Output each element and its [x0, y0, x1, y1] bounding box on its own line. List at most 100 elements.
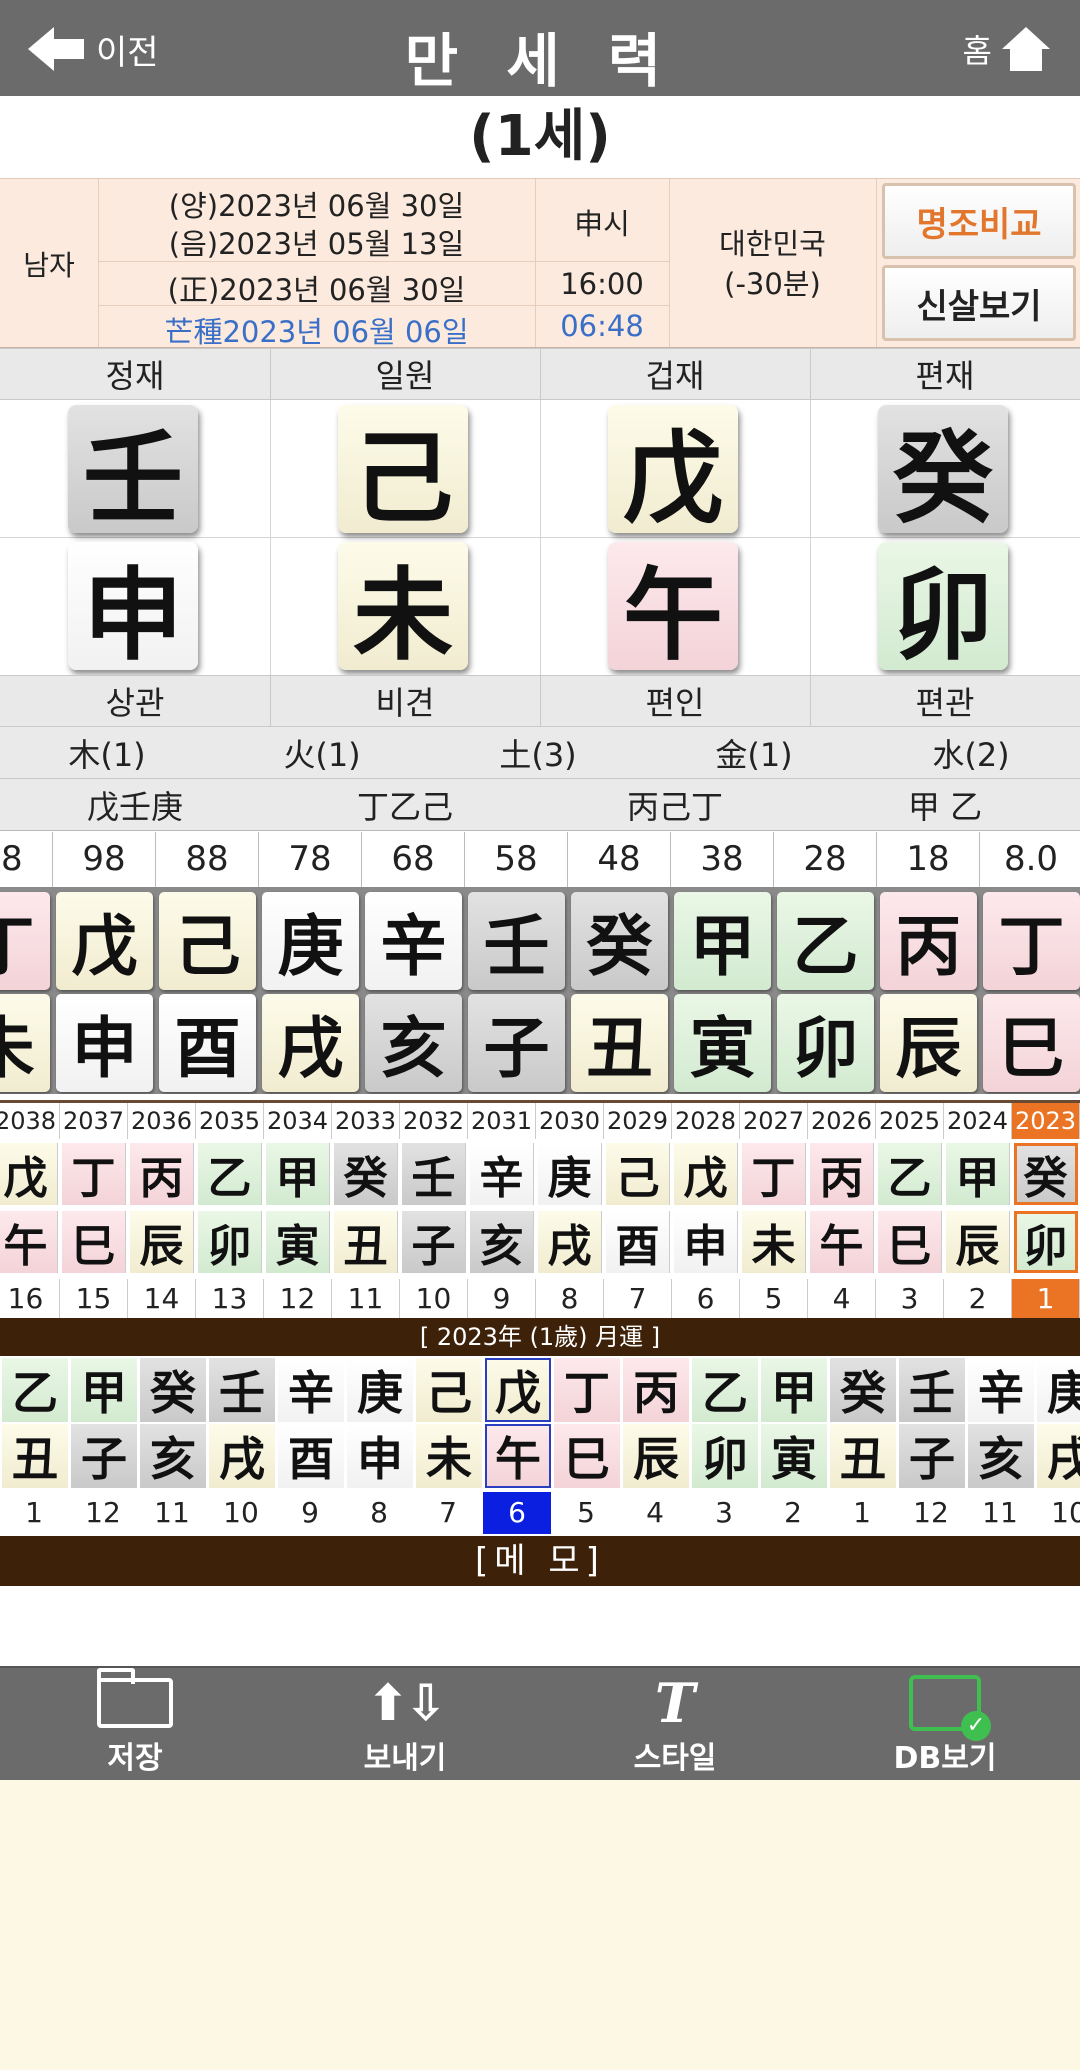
daewoon-stem[interactable]: 甲	[674, 892, 771, 990]
month-branch[interactable]: 子	[899, 1424, 965, 1488]
pillar-branch[interactable]: 申	[68, 542, 198, 674]
daewoon-stem[interactable]: 己	[159, 892, 256, 990]
daewoon-branch[interactable]: 巳	[983, 994, 1080, 1092]
year-age[interactable]: 14	[128, 1279, 196, 1318]
month-stem[interactable]: 壬	[899, 1358, 965, 1422]
daewoon-stem[interactable]: 庚	[262, 892, 359, 990]
pillar-stem[interactable]: 癸	[878, 405, 1008, 537]
month-number[interactable]: 5	[552, 1492, 620, 1534]
year-branch[interactable]: 子	[402, 1211, 466, 1273]
year-label[interactable]: 2024	[944, 1103, 1012, 1139]
year-label[interactable]: 2025	[876, 1103, 944, 1139]
pillar-branch[interactable]: 卯	[878, 542, 1008, 674]
month-branch[interactable]: 卯	[692, 1424, 758, 1488]
month-number[interactable]: 10	[1035, 1492, 1080, 1534]
daewoon-branch[interactable]: 子	[468, 994, 565, 1092]
month-number[interactable]: 7	[414, 1492, 482, 1534]
daewoon-branch[interactable]: 申	[56, 994, 153, 1092]
daewoon-branch[interactable]: 酉	[159, 994, 256, 1092]
month-branch[interactable]: 午	[485, 1424, 551, 1488]
year-label[interactable]: 2033	[332, 1103, 400, 1139]
year-branch[interactable]: 午	[810, 1211, 874, 1273]
daewoon-branch[interactable]: 未	[0, 994, 50, 1092]
year-branch[interactable]: 卯	[1014, 1211, 1078, 1273]
pillar-stem[interactable]: 己	[338, 405, 468, 537]
daewoon-stem[interactable]: 壬	[468, 892, 565, 990]
month-number[interactable]: 1	[0, 1492, 68, 1534]
year-stem[interactable]: 己	[606, 1143, 670, 1205]
year-branch[interactable]: 戌	[538, 1211, 602, 1273]
month-stem[interactable]: 甲	[71, 1358, 137, 1422]
year-stem[interactable]: 乙	[198, 1143, 262, 1205]
month-number[interactable]: 4	[621, 1492, 689, 1534]
daewoon-stem[interactable]: 乙	[777, 892, 874, 990]
compare-chart-button[interactable]: 명조비교	[882, 183, 1076, 259]
year-age[interactable]: 6	[672, 1279, 740, 1318]
month-branch[interactable]: 丑	[830, 1424, 896, 1488]
year-branch[interactable]: 巳	[878, 1211, 942, 1273]
daewoon-stem[interactable]: 癸	[571, 892, 668, 990]
send-button[interactable]: ⬆⇩ 보내기	[270, 1668, 540, 1782]
year-branch[interactable]: 巳	[62, 1211, 126, 1273]
year-stem[interactable]: 癸	[334, 1143, 398, 1205]
year-stem[interactable]: 丁	[62, 1143, 126, 1205]
month-number[interactable]: 3	[690, 1492, 758, 1534]
year-branch[interactable]: 亥	[470, 1211, 534, 1273]
year-stem[interactable]: 戊	[674, 1143, 738, 1205]
year-label[interactable]: 2032	[400, 1103, 468, 1139]
year-age[interactable]: 9	[468, 1279, 536, 1318]
style-button[interactable]: T 스타일	[540, 1668, 810, 1782]
year-age[interactable]: 5	[740, 1279, 808, 1318]
month-branch[interactable]: 亥	[968, 1424, 1034, 1488]
month-stem[interactable]: 己	[416, 1358, 482, 1422]
month-number[interactable]: 9	[276, 1492, 344, 1534]
year-stem[interactable]: 辛	[470, 1143, 534, 1205]
month-branch[interactable]: 子	[71, 1424, 137, 1488]
year-branch[interactable]: 午	[0, 1211, 58, 1273]
db-view-button[interactable]: DB보기	[810, 1668, 1080, 1782]
month-stem[interactable]: 庚	[1037, 1358, 1080, 1422]
shinsal-view-button[interactable]: 신살보기	[882, 265, 1076, 341]
month-stem[interactable]: 壬	[209, 1358, 275, 1422]
year-label[interactable]: 2031	[468, 1103, 536, 1139]
daewoon-branch[interactable]: 亥	[365, 994, 462, 1092]
month-stem[interactable]: 乙	[2, 1358, 68, 1422]
year-label[interactable]: 2027	[740, 1103, 808, 1139]
month-stem[interactable]: 辛	[278, 1358, 344, 1422]
year-stem[interactable]: 丙	[130, 1143, 194, 1205]
month-branch[interactable]: 戌	[209, 1424, 275, 1488]
year-label[interactable]: 2029	[604, 1103, 672, 1139]
year-stem[interactable]: 戊	[0, 1143, 58, 1205]
year-age[interactable]: 16	[0, 1279, 60, 1318]
month-number[interactable]: 1	[828, 1492, 896, 1534]
month-branch[interactable]: 辰	[623, 1424, 689, 1488]
month-number[interactable]: 12	[897, 1492, 965, 1534]
year-stem[interactable]: 乙	[878, 1143, 942, 1205]
year-branch[interactable]: 卯	[198, 1211, 262, 1273]
year-branch[interactable]: 未	[742, 1211, 806, 1273]
month-number[interactable]: 8	[345, 1492, 413, 1534]
month-branch[interactable]: 酉	[278, 1424, 344, 1488]
year-label[interactable]: 2037	[60, 1103, 128, 1139]
month-number[interactable]: 11	[138, 1492, 206, 1534]
pillar-branch[interactable]: 未	[338, 542, 468, 674]
year-label[interactable]: 2036	[128, 1103, 196, 1139]
pillar-branch[interactable]: 午	[608, 542, 738, 674]
month-stem[interactable]: 戊	[485, 1358, 551, 1422]
daewoon-stem[interactable]: 辛	[365, 892, 462, 990]
daewoon-branch[interactable]: 丑	[571, 994, 668, 1092]
month-stem[interactable]: 辛	[968, 1358, 1034, 1422]
year-age[interactable]: 4	[808, 1279, 876, 1318]
daewoon-stem[interactable]: 戊	[56, 892, 153, 990]
daewoon-stem[interactable]: 丁	[983, 892, 1080, 990]
month-number[interactable]: 12	[69, 1492, 137, 1534]
daewoon-stem[interactable]: 丙	[880, 892, 977, 990]
year-label[interactable]: 2038	[0, 1103, 60, 1139]
year-stem[interactable]: 壬	[402, 1143, 466, 1205]
year-stem[interactable]: 丙	[810, 1143, 874, 1205]
month-number[interactable]: 10	[207, 1492, 275, 1534]
year-branch[interactable]: 丑	[334, 1211, 398, 1273]
year-age[interactable]: 7	[604, 1279, 672, 1318]
year-stem[interactable]: 癸	[1014, 1143, 1078, 1205]
year-label[interactable]: 2028	[672, 1103, 740, 1139]
